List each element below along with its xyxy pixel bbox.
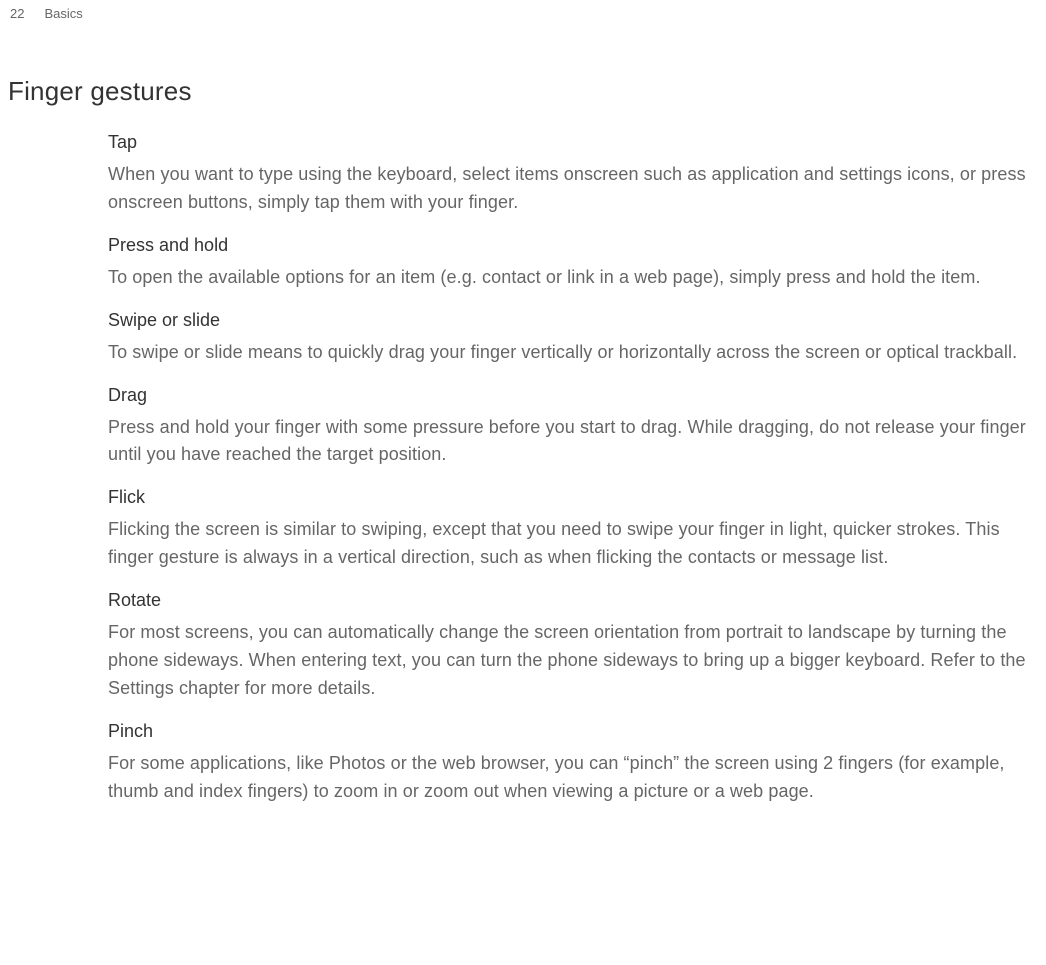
subsection-title: Pinch xyxy=(108,721,1031,742)
chapter-name: Basics xyxy=(44,6,82,21)
page-header: 22 Basics xyxy=(0,0,1046,21)
subsection-title: Swipe or slide xyxy=(108,310,1031,331)
subsection-body: For some applications, like Photos or th… xyxy=(108,750,1031,806)
subsection-press-and-hold: Press and hold To open the available opt… xyxy=(108,235,1031,292)
subsection-tap: Tap When you want to type using the keyb… xyxy=(108,132,1031,217)
subsection-body: To swipe or slide means to quickly drag … xyxy=(108,339,1031,367)
subsection-title: Drag xyxy=(108,385,1031,406)
subsection-rotate: Rotate For most screens, you can automat… xyxy=(108,590,1031,703)
subsection-flick: Flick Flicking the screen is similar to … xyxy=(108,487,1031,572)
subsection-body: For most screens, you can automatically … xyxy=(108,619,1031,703)
subsection-drag: Drag Press and hold your finger with som… xyxy=(108,385,1031,470)
subsection-swipe-or-slide: Swipe or slide To swipe or slide means t… xyxy=(108,310,1031,367)
subsection-body: To open the available options for an ite… xyxy=(108,264,1031,292)
subsection-body: Flicking the screen is similar to swipin… xyxy=(108,516,1031,572)
subsection-title: Flick xyxy=(108,487,1031,508)
subsection-title: Press and hold xyxy=(108,235,1031,256)
page-number: 22 xyxy=(10,6,24,21)
content-area: Tap When you want to type using the keyb… xyxy=(0,132,1046,806)
subsection-body: Press and hold your finger with some pre… xyxy=(108,414,1031,470)
subsection-body: When you want to type using the keyboard… xyxy=(108,161,1031,217)
section-title: Finger gestures xyxy=(0,76,1046,107)
subsection-title: Rotate xyxy=(108,590,1031,611)
subsection-pinch: Pinch For some applications, like Photos… xyxy=(108,721,1031,806)
subsection-title: Tap xyxy=(108,132,1031,153)
